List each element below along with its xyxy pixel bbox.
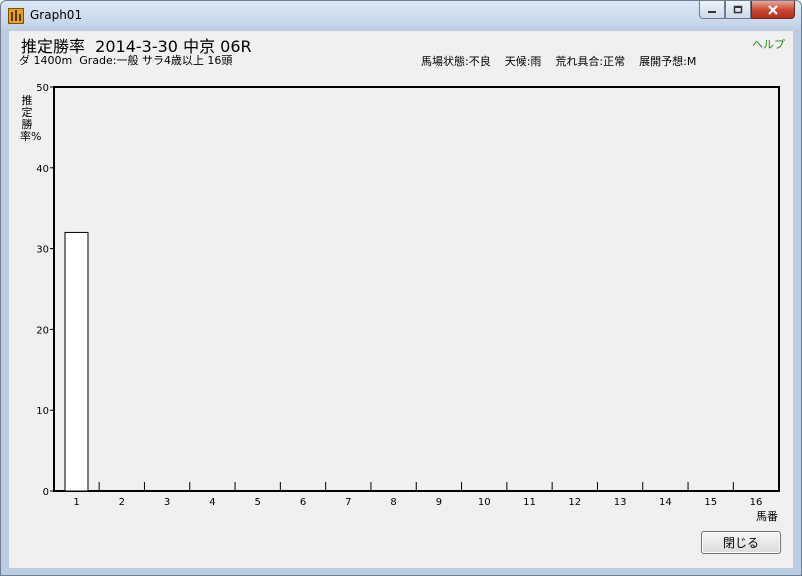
x-tick-label: 13 [614, 497, 627, 508]
x-tick-label: 11 [523, 497, 536, 508]
graph-window: Graph01 推定勝率 2014-3-30 中京 06R ダ 1400m Gr… [0, 0, 802, 576]
close-window-button[interactable] [751, 1, 795, 19]
y-tick-label: 0 [43, 487, 49, 498]
x-tick-label: 6 [300, 497, 306, 508]
window-title: Graph01 [30, 8, 83, 22]
horse-app-icon [8, 8, 24, 24]
x-tick-label: 16 [750, 497, 763, 508]
y-tick-label: 40 [36, 164, 49, 175]
x-axis-label: 馬番 [756, 510, 778, 523]
minimize-icon [708, 10, 716, 13]
x-tick-label: 1 [73, 497, 79, 508]
graph-panel: 推定勝率 2014-3-30 中京 06R ダ 1400m Grade:一般 サ… [9, 31, 793, 568]
y-tick-label: 20 [36, 325, 49, 336]
x-tick-label: 14 [659, 497, 672, 508]
plot-area [53, 86, 780, 492]
win-rate-chart: 010203040501 2 3 4 5 6 7 8 9 10 11 12 13 14 15 16馬番 [36, 83, 780, 523]
x-tick-label: 2 [119, 497, 125, 508]
x-tick-label: 12 [568, 497, 581, 508]
minimize-button[interactable] [699, 1, 725, 19]
y-tick-label: 10 [36, 406, 49, 417]
x-tick-label: 15 [704, 497, 717, 508]
y-tick-label: 50 [36, 83, 49, 94]
x-tick-label: 9 [436, 497, 442, 508]
bar-horse-1 [64, 231, 89, 492]
x-tick-label: 10 [478, 497, 491, 508]
close-button[interactable]: 閉じる [701, 531, 781, 554]
maximize-button[interactable] [725, 1, 751, 19]
x-tick-label: 4 [209, 497, 215, 508]
window-controls [699, 1, 795, 21]
maximize-icon [733, 5, 743, 14]
x-tick-label: 8 [390, 497, 396, 508]
title-bar[interactable]: Graph01 [1, 1, 801, 31]
x-tick-label: 7 [345, 497, 351, 508]
x-tick-label: 3 [164, 497, 170, 508]
close-icon [768, 4, 778, 15]
y-tick-label: 30 [36, 245, 49, 256]
x-tick-label: 5 [255, 497, 261, 508]
